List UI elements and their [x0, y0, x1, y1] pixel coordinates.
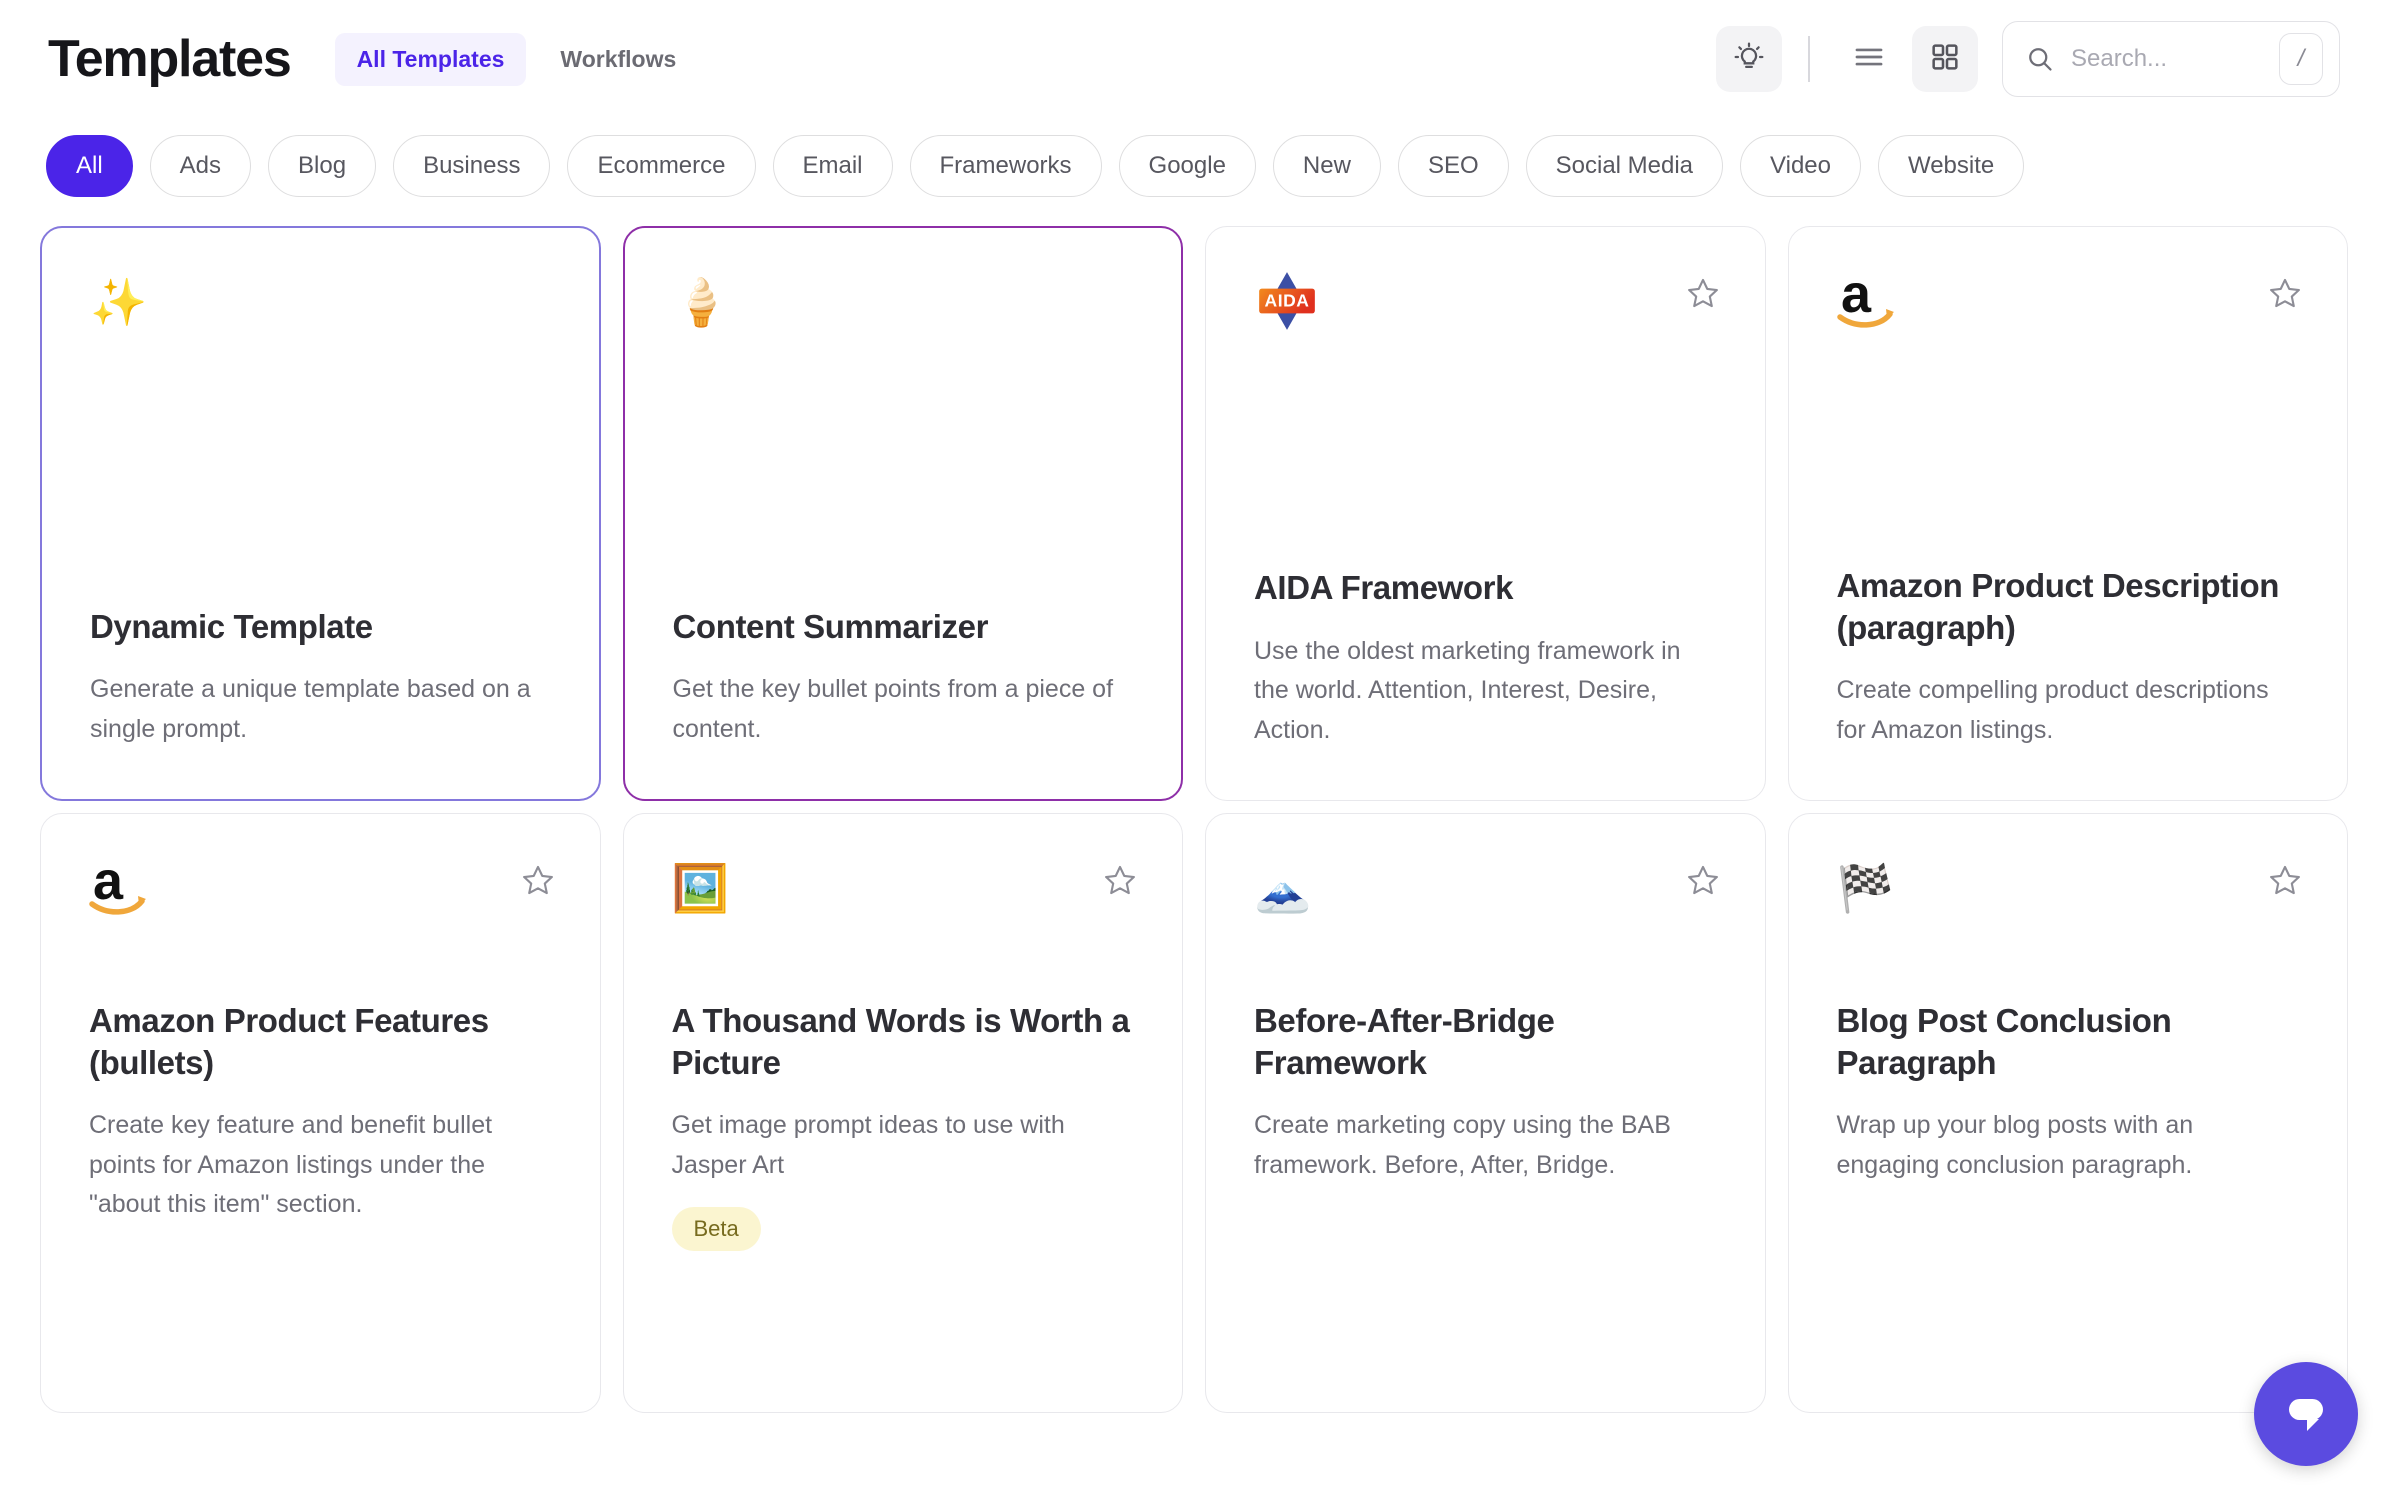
- star-outline-icon: [521, 863, 555, 902]
- filter-pill-all[interactable]: All: [46, 135, 133, 197]
- card-description: Use the oldest marketing framework in th…: [1254, 636, 1681, 744]
- filter-pill-email[interactable]: Email: [772, 135, 893, 197]
- header-tabs: All Templates Workflows: [334, 32, 699, 86]
- amazon-logo-icon: a: [89, 857, 552, 916]
- filter-pill-new[interactable]: New: [1272, 135, 1381, 197]
- grid-view-icon: [1929, 41, 1961, 78]
- filter-pill-website[interactable]: Website: [1877, 135, 2025, 197]
- page-title: Templates: [48, 30, 292, 88]
- amazon-logo-icon: a: [1836, 270, 2300, 329]
- filter-pill-business[interactable]: Business: [393, 135, 551, 197]
- header-tools: /: [1716, 21, 2340, 97]
- svg-text:a: a: [93, 857, 124, 911]
- aida-logo-icon: AIDA: [1254, 272, 1717, 330]
- card-body: Blog Post Conclusion Paragraph Wrap up y…: [1837, 1000, 2300, 1189]
- star-outline-icon: [1686, 863, 1720, 902]
- filter-pill-video[interactable]: Video: [1740, 135, 1861, 197]
- star-outline-icon: [2268, 863, 2302, 902]
- template-card[interactable]: 🖼️ A Thousand Words is Worth a Picture G…: [622, 813, 1183, 1413]
- toolbar-divider: [1808, 36, 1810, 82]
- filter-pill-ads[interactable]: Ads: [149, 135, 252, 197]
- card-title: Amazon Product Description (paragraph): [1836, 566, 2280, 646]
- favorite-star-button[interactable]: [518, 862, 558, 902]
- search-shortcut-key: /: [2279, 33, 2323, 85]
- template-card[interactable]: 🗻 Before-After-Bridge Framework Create m…: [1205, 813, 1766, 1413]
- card-body: Amazon Product Features (bullets) Create…: [89, 1000, 552, 1229]
- template-card[interactable]: 🍦 Content Summarizer Get the key bullet …: [622, 226, 1183, 801]
- card-body: Before-After-Bridge Framework Create mar…: [1254, 1000, 1717, 1189]
- card-title: A Thousand Words is Worth a Picture: [671, 1002, 1130, 1082]
- card-body: Amazon Product Description (paragraph) C…: [1837, 565, 2300, 754]
- card-body: A Thousand Words is Worth a Picture Get …: [671, 1000, 1135, 1255]
- mount-fuji-icon: 🗻: [1254, 862, 1312, 914]
- filter-pill-ecommerce[interactable]: Ecommerce: [567, 135, 756, 197]
- card-description: Create compelling product descriptions f…: [1836, 676, 2269, 744]
- card-description: Wrap up your blog posts with an engaging…: [1836, 1111, 2194, 1179]
- template-card[interactable]: a Amazon Product Description (paragraph)…: [1787, 226, 2348, 801]
- template-card[interactable]: a Amazon Product Features (bullets) Crea…: [40, 813, 601, 1413]
- card-description: Create marketing copy using the BAB fram…: [1254, 1111, 1671, 1179]
- svg-text:AIDA: AIDA: [1265, 291, 1310, 311]
- filter-pill-seo[interactable]: SEO: [1397, 135, 1509, 197]
- status-badge: Beta: [671, 1207, 761, 1252]
- tab-all-templates[interactable]: All Templates: [334, 32, 527, 86]
- card-body: Dynamic Template Generate a unique templ…: [90, 606, 551, 753]
- card-title: Content Summarizer: [672, 607, 989, 645]
- list-view-button[interactable]: [1836, 26, 1902, 92]
- framed-picture-icon: 🖼️: [671, 862, 729, 914]
- view-mode-group: [1836, 26, 1978, 92]
- favorite-star-button[interactable]: [1683, 862, 1723, 902]
- tab-workflows[interactable]: Workflows: [538, 33, 698, 86]
- star-outline-icon: [1103, 863, 1137, 902]
- favorite-star-button[interactable]: [2265, 275, 2305, 315]
- card-title: Amazon Product Features (bullets): [89, 1002, 489, 1082]
- star-outline-icon: [1686, 276, 1720, 315]
- favorite-star-button[interactable]: [2265, 862, 2305, 902]
- lightbulb-button[interactable]: [1716, 26, 1782, 92]
- sparkles-icon: ✨: [90, 276, 148, 328]
- template-card[interactable]: ✨ Dynamic Template Generate a unique tem…: [40, 226, 601, 801]
- chat-bubble-icon: [2278, 1385, 2334, 1444]
- filter-pill-google[interactable]: Google: [1118, 135, 1256, 197]
- card-title: AIDA Framework: [1254, 569, 1514, 607]
- search-box[interactable]: /: [2002, 21, 2340, 97]
- card-description: Get image prompt ideas to use with Jaspe…: [671, 1111, 1065, 1179]
- search-icon: [2025, 44, 2055, 74]
- chequered-flag-icon: 🏁: [1836, 862, 1894, 914]
- grid-view-button[interactable]: [1912, 26, 1978, 92]
- card-description: Generate a unique template based on a si…: [90, 675, 531, 743]
- filter-pill-social-media[interactable]: Social Media: [1525, 135, 1724, 197]
- card-title: Blog Post Conclusion Paragraph: [1836, 1002, 2172, 1082]
- card-body: AIDA Framework Use the oldest marketing …: [1254, 567, 1717, 754]
- search-input[interactable]: [2071, 45, 2279, 73]
- card-title: Before-After-Bridge Framework: [1254, 1002, 1555, 1082]
- filter-pill-blog[interactable]: Blog: [268, 135, 377, 197]
- template-card-grid-row-2: a Amazon Product Features (bullets) Crea…: [0, 813, 2388, 1413]
- soft-ice-cream-icon: 🍦: [672, 276, 730, 328]
- chat-widget-button[interactable]: [2254, 1362, 2358, 1466]
- card-title: Dynamic Template: [90, 607, 373, 645]
- template-card[interactable]: 🏁 Blog Post Conclusion Paragraph Wrap up…: [1787, 813, 2348, 1413]
- list-view-icon: [1852, 40, 1886, 79]
- favorite-star-button[interactable]: [1100, 862, 1140, 902]
- lightbulb-icon: [1732, 40, 1766, 79]
- category-filter-row: All Ads Blog Business Ecommerce Email Fr…: [0, 118, 2388, 214]
- app-header: Templates All Templates Workflows Search…: [0, 0, 2388, 118]
- svg-text:a: a: [1841, 270, 1872, 324]
- template-card[interactable]: AIDA AIDA Framework Use the oldest marke…: [1205, 226, 1766, 801]
- template-card-grid-row-1: ✨ Dynamic Template Generate a unique tem…: [0, 226, 2388, 801]
- favorite-star-button[interactable]: [1683, 275, 1723, 315]
- filter-pill-frameworks[interactable]: Frameworks: [909, 135, 1102, 197]
- card-description: Create key feature and benefit bullet po…: [89, 1111, 493, 1219]
- card-body: Content Summarizer Get the key bullet po…: [673, 606, 1134, 753]
- star-outline-icon: [2268, 276, 2302, 315]
- card-description: Get the key bullet points from a piece o…: [672, 675, 1114, 743]
